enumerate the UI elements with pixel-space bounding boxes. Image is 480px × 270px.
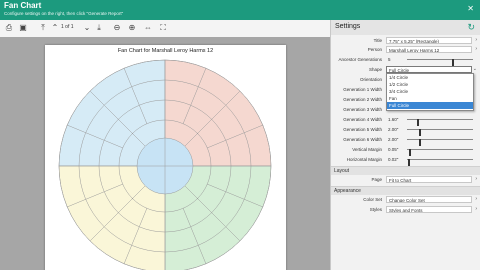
shape-select[interactable]: Full Circle — [386, 66, 472, 73]
chevron-right-icon[interactable]: › — [475, 37, 477, 43]
fit-width-icon[interactable]: ⇔ — [143, 23, 153, 33]
shape-option[interactable]: 1/4 Circle — [387, 74, 473, 81]
setting-page: Page Fit to Chart › — [371, 176, 477, 183]
setting-title: Title 7.75" x 5.25" (Rectangle) › — [373, 37, 477, 44]
last-page-icon[interactable]: ⤓ — [94, 23, 104, 33]
toolbar: ⎙ ▣ ⤒ ⌃ 1 of 1 ⌄ ⤓ ⊖ ⊕ ⇔ ⛶ — [0, 20, 330, 38]
section-layout[interactable]: Layout — [331, 166, 480, 175]
fan-chart — [58, 59, 272, 270]
slider-thumb[interactable] — [409, 149, 411, 156]
title-value[interactable]: 7.75" x 5.25" (Rectangle) — [386, 37, 472, 44]
styles-value[interactable]: Styles and Fonts — [386, 206, 472, 213]
chevron-right-icon[interactable]: › — [475, 206, 477, 212]
setting-color-set: Color Set Change Color Set › — [363, 196, 477, 203]
gen6-width-slider[interactable] — [407, 139, 473, 146]
save-icon[interactable]: ▣ — [18, 23, 28, 33]
chevron-right-icon[interactable]: › — [475, 176, 477, 182]
setting-gen6-width: Generation 6 Width 2.00" — [331, 136, 480, 146]
page-indicator: 1 of 1 — [61, 24, 74, 30]
slider-thumb[interactable] — [419, 139, 421, 146]
setting-horizontal-margin: Horizontal Margin 0.02" — [331, 156, 480, 166]
first-page-icon[interactable]: ⤒ — [38, 23, 48, 33]
shape-option[interactable]: 1/2 Circle — [387, 81, 473, 88]
window-title: Fan Chart — [4, 1, 42, 10]
gen4-width-slider[interactable] — [407, 119, 473, 126]
chevron-down-icon[interactable]: ⌄ — [473, 66, 477, 72]
shape-option-selected[interactable]: Full Circle — [387, 102, 473, 109]
close-icon[interactable]: ✕ — [467, 4, 474, 13]
shape-option[interactable]: 3/4 Circle — [387, 88, 473, 95]
fit-page-icon[interactable]: ⛶ — [158, 23, 168, 33]
ancestor-generations-slider[interactable] — [407, 59, 473, 66]
setting-styles: Styles Styles and Fonts › — [369, 206, 477, 213]
person-value[interactable]: Marshall Leroy Harms 12 — [386, 46, 472, 53]
settings-title: Settings — [335, 23, 361, 30]
title-bar: Fan Chart Configure settings on the righ… — [0, 0, 480, 20]
vertical-margin-slider[interactable] — [407, 149, 473, 156]
page-value[interactable]: Fit to Chart — [386, 176, 472, 183]
preview-canvas: Fan Chart for Marshall Leroy Harms 12 — [0, 37, 330, 270]
setting-gen5-width: Generation 5 Width 2.00" — [331, 126, 480, 136]
setting-person: Person Marshall Leroy Harms 12 › — [367, 46, 477, 53]
zoom-out-icon[interactable]: ⊖ — [112, 23, 122, 33]
shape-dropdown: 1/4 Circle 1/2 Circle 3/4 Circle Fan Ful… — [386, 73, 474, 111]
slider-thumb[interactable] — [419, 129, 421, 136]
color-set-value[interactable]: Change Color Set — [386, 196, 472, 203]
setting-vertical-margin: Vertical Margin 0.05" — [331, 146, 480, 156]
shape-option[interactable]: Fan — [387, 95, 473, 102]
slider-thumb[interactable] — [417, 119, 419, 126]
settings-header: Settings ↻ — [331, 20, 480, 35]
slider-thumb[interactable] — [408, 159, 410, 166]
setting-ancestor-generations: Ancestor Generations 5 — [331, 56, 480, 66]
reset-icon[interactable]: ↻ — [467, 22, 475, 33]
chevron-right-icon[interactable]: › — [475, 196, 477, 202]
window-subtitle: Configure settings on the right, then cl… — [4, 11, 124, 16]
chart-page: Fan Chart for Marshall Leroy Harms 12 — [45, 45, 286, 270]
next-page-icon[interactable]: ⌄ — [82, 23, 92, 33]
slider-thumb[interactable] — [452, 59, 454, 66]
chevron-right-icon[interactable]: › — [475, 46, 477, 52]
settings-panel: Settings ↻ Title 7.75" x 5.25" (Rectangl… — [330, 20, 480, 270]
horizontal-margin-slider[interactable] — [407, 159, 473, 166]
print-icon[interactable]: ⎙ — [4, 23, 14, 33]
zoom-in-icon[interactable]: ⊕ — [127, 23, 137, 33]
ancestor-generations-value: 5 — [388, 57, 391, 62]
gen5-width-slider[interactable] — [407, 129, 473, 136]
section-appearance[interactable]: Appearance — [331, 186, 480, 195]
previous-page-icon[interactable]: ⌃ — [50, 23, 60, 33]
setting-gen4-width: Generation 4 Width 1.60" — [331, 116, 480, 126]
